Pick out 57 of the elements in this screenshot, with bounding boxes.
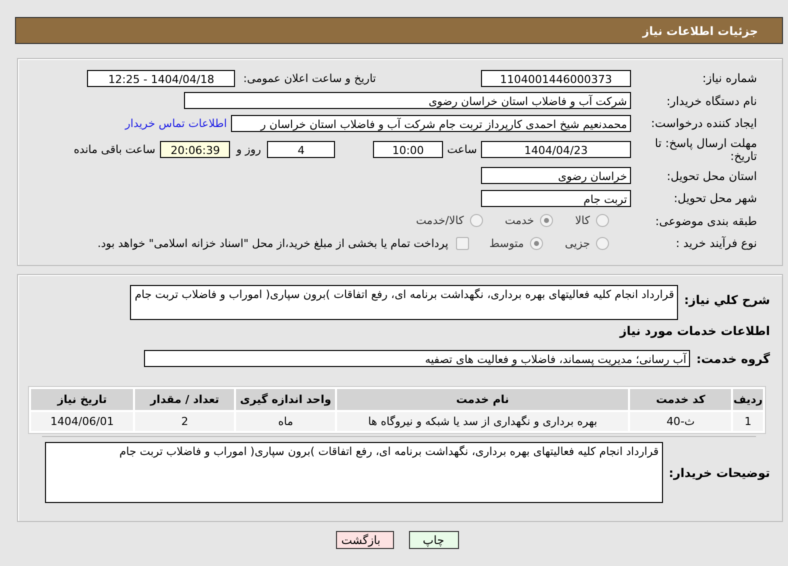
deadline-date-field: 1404/04/23 <box>481 141 631 158</box>
back-button[interactable]: بازگشت <box>336 531 394 549</box>
table-cell: ث-40 <box>630 412 732 431</box>
description-field: قرارداد انجام کلیه فعالیتهای بهره برداری، نگهداشت برنامه ای، رفع اتفاقات )برون سپاری( اموراب و فاضلاب تربت جام <box>130 285 678 320</box>
table-cell: 2 <box>135 412 234 431</box>
field-label: نوع فرآیند خرید : <box>674 236 757 250</box>
field-label: استان محل تحویل: <box>666 168 757 183</box>
radio-button[interactable] <box>470 214 483 228</box>
section-heading: اطلاعات خدمات مورد نیاز <box>620 324 770 338</box>
radio-button[interactable] <box>596 214 609 228</box>
field-label: گروه خدمت: <box>696 352 770 366</box>
option-label: متوسط <box>489 236 524 250</box>
option-label: خدمت <box>504 214 534 228</box>
announce-date-field: 1404/04/18 - 12:25 <box>87 70 236 87</box>
option-label: کالا <box>575 214 590 228</box>
column-header: تاریخ نیاز <box>31 389 134 410</box>
option-label: کالا/خدمت <box>416 214 464 228</box>
field-label: توضیحات خریدار: <box>668 466 770 480</box>
field-label: طبقه بندی موضوعی: <box>654 214 757 228</box>
buyer-contact-link[interactable]: اطلاعات تماس خریدار <box>125 116 227 130</box>
column-header: نام خدمت <box>337 389 628 410</box>
field-label: شماره نیاز: <box>701 71 757 86</box>
table-cell: بهره برداری و نگهداری از سد یا شبکه و نیروگاه ها <box>337 412 628 431</box>
column-header: واحد اندازه گیری <box>236 389 336 410</box>
field-label: ساعت باقی مانده <box>74 143 156 156</box>
field-label: شهر محل تحویل: <box>672 191 757 206</box>
deadline-time-field: 10:00 <box>373 141 444 158</box>
option-label: جزیی <box>564 236 590 250</box>
checkbox[interactable] <box>456 236 470 250</box>
field-label: شرح کلي نیاز: <box>684 292 770 307</box>
table-cell: 1 <box>733 412 763 431</box>
column-header: ردیف <box>733 389 763 410</box>
column-header: کد خدمت <box>630 389 732 410</box>
service-group-field: آب رسانی؛ مدیریت پسماند، فاضلاب و فعالیت های تصفیه <box>144 350 690 368</box>
column-header: تعداد / مقدار <box>135 389 234 410</box>
table-cell: ماه <box>236 412 336 431</box>
field-label: مهلت ارسال پاسخ: تا تاریخ: <box>654 136 757 162</box>
field-label: تاریخ و ساعت اعلان عمومی: <box>243 72 376 85</box>
field-label: ایجاد کننده درخواست: <box>650 116 757 130</box>
field-label: ساعت <box>447 143 477 156</box>
province-field: خراسان رضوی <box>481 167 631 184</box>
buyer-notes-field: قرارداد انجام کلیه فعالیتهای بهره برداری، نگهداشت برنامه ای، رفع اتفاقات )برون سپاری( اموراب و فاضلاب تربت جام <box>44 442 663 503</box>
city-field: تربت جام <box>481 190 631 207</box>
buyer-field: شرکت آب و فاضلاب استان خراسان رضوی <box>184 92 631 110</box>
table-cell: 1404/06/01 <box>31 412 134 431</box>
radio-button[interactable] <box>530 236 543 250</box>
field-label: نام دستگاه خریدار: <box>665 94 757 108</box>
page-title: جزئیات اطلاعات نیاز <box>642 24 758 38</box>
field-label: روز و <box>236 143 262 156</box>
creator-field: محمدنعیم شیخ احمدی کارپرداز تربت جام شرکت آب و فاضلاب استان خراسان ر <box>231 114 631 132</box>
remaining-time-field: 20:06:39 <box>160 141 230 158</box>
days-field: 4 <box>267 141 336 158</box>
print-button[interactable]: چاپ <box>408 531 458 549</box>
need-number-field: 1104001446000373 <box>481 70 631 87</box>
radio-button[interactable] <box>540 214 554 228</box>
option-label: پرداخت تمام یا بخشی از مبلغ خرید،از محل "اسناد خزانه اسلامی" خواهد بود. <box>98 236 448 250</box>
radio-button[interactable] <box>596 236 609 250</box>
